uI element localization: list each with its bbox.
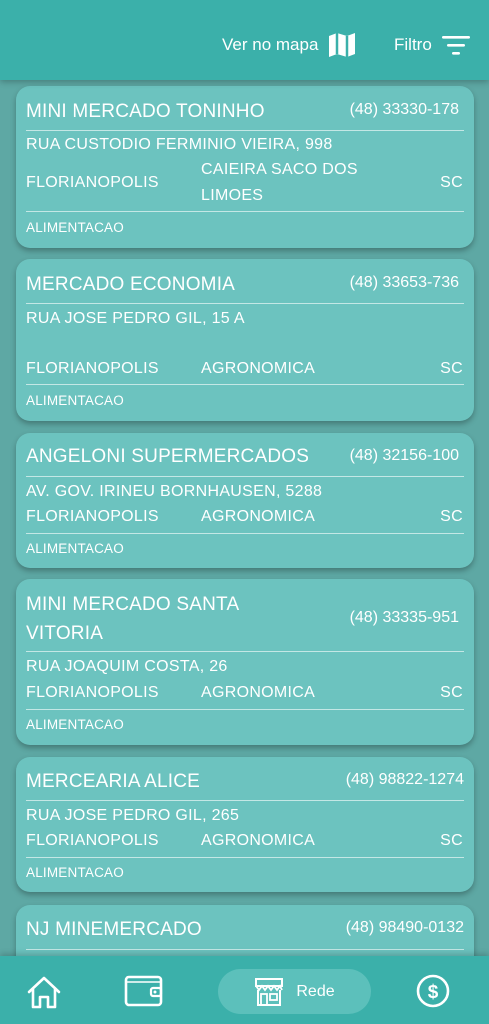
store-name: MERCEARIA ALICE	[26, 771, 201, 792]
store-card[interactable]: MINI MERCADO TONINHO (48) 33330-178 RUA …	[16, 86, 474, 248]
divider	[26, 800, 464, 801]
store-phone[interactable]: (48) 32156-100	[350, 447, 459, 465]
store-category: ALIMENTACAO	[26, 393, 124, 408]
nav-rede[interactable]: Rede	[218, 969, 371, 1014]
nav-home[interactable]	[26, 974, 62, 1010]
store-card[interactable]: ANGELONI SUPERMERCADOS (48) 32156-100 AV…	[16, 433, 474, 568]
app-header: Ver no mapa Filtro	[0, 0, 489, 80]
home-icon	[27, 976, 61, 1009]
store-name: ANGELONI SUPERMERCADOS	[26, 446, 310, 467]
store-name: MINI MERCADO TONINHO	[26, 101, 265, 122]
store-state: SC	[440, 684, 463, 701]
store-card[interactable]: MINI MERCADO SANTA VITORIA (48) 33335-95…	[16, 579, 474, 745]
store-card[interactable]: NJ MINEMERCADO (48) 98490-0132	[16, 905, 474, 956]
store-city: FLORIANOPOLIS	[26, 832, 159, 849]
store-neighborhood: AGRONOMICA	[201, 360, 316, 377]
store-address: RUA CUSTODIO FERMINIO VIEIRA, 998	[26, 136, 333, 153]
filter-icon	[441, 36, 470, 55]
view-on-map-button[interactable]: Ver no mapa	[222, 30, 356, 60]
divider	[26, 709, 464, 710]
divider	[26, 384, 464, 385]
nav-money[interactable]: $	[416, 974, 450, 1008]
store-city: FLORIANOPOLIS	[26, 508, 159, 525]
nav-wallet[interactable]	[124, 974, 164, 1008]
store-neighborhood: AGRONOMICA	[201, 684, 316, 701]
divider	[26, 949, 464, 950]
store-phone[interactable]: (48) 98490-0132	[346, 919, 464, 937]
store-neighborhood: AGRONOMICA	[201, 508, 316, 525]
divider	[26, 857, 464, 858]
bottom-navigation: Rede $	[0, 956, 489, 1024]
divider	[26, 533, 464, 534]
filter-label: Filtro	[394, 35, 432, 54]
store-phone[interactable]: (48) 98822-1274	[346, 771, 464, 789]
wallet-icon	[124, 975, 163, 1007]
svg-text:$: $	[428, 982, 439, 1003]
store-name: MINI MERCADO SANTA VITORIA	[26, 594, 239, 644]
store-address: RUA JOSE PEDRO GIL, 265	[26, 807, 240, 824]
store-category: ALIMENTACAO	[26, 541, 124, 556]
store-phone[interactable]: (48) 33330-178	[350, 101, 459, 119]
store-category: ALIMENTACAO	[26, 220, 124, 235]
store-name: MERCADO ECONOMIA	[26, 274, 236, 295]
store-category: ALIMENTACAO	[26, 865, 124, 880]
store-city: FLORIANOPOLIS	[26, 174, 159, 191]
store-list[interactable]: MINI MERCADO TONINHO (48) 33330-178 RUA …	[0, 80, 489, 956]
store-neighborhood: CAIEIRA SACO DOS LIMOES	[201, 161, 358, 204]
store-address: AV. GOV. IRINEU BORNHAUSEN, 5288	[26, 483, 323, 500]
divider	[26, 130, 464, 131]
view-on-map-label: Ver no mapa	[222, 35, 319, 54]
store-state: SC	[440, 360, 463, 377]
divider	[26, 476, 464, 477]
divider	[26, 651, 464, 652]
dollar-icon: $	[416, 974, 450, 1008]
store-city: FLORIANOPOLIS	[26, 684, 159, 701]
store-phone[interactable]: (48) 33335-951	[350, 609, 459, 627]
store-address: RUA JOAQUIM COSTA, 26	[26, 658, 228, 675]
store-city: FLORIANOPOLIS	[26, 360, 159, 377]
store-state: SC	[440, 508, 463, 525]
store-category: ALIMENTACAO	[26, 717, 124, 732]
divider	[26, 211, 464, 212]
store-address: RUA JOSE PEDRO GIL, 15 A	[26, 310, 245, 327]
store-phone[interactable]: (48) 33653-736	[350, 274, 459, 292]
nav-rede-label: Rede	[296, 982, 335, 1000]
map-icon	[329, 33, 356, 57]
store-name: NJ MINEMERCADO	[26, 919, 202, 940]
filter-button[interactable]: Filtro	[394, 30, 470, 60]
store-card[interactable]: MERCADO ECONOMIA (48) 33653-736 RUA JOSE…	[16, 259, 474, 421]
store-state: SC	[440, 174, 463, 191]
store-state: SC	[440, 832, 463, 849]
store-icon	[255, 977, 284, 1006]
divider	[26, 303, 464, 304]
store-neighborhood: AGRONOMICA	[201, 832, 316, 849]
store-card[interactable]: MERCEARIA ALICE (48) 98822-1274 RUA JOSE…	[16, 757, 474, 892]
